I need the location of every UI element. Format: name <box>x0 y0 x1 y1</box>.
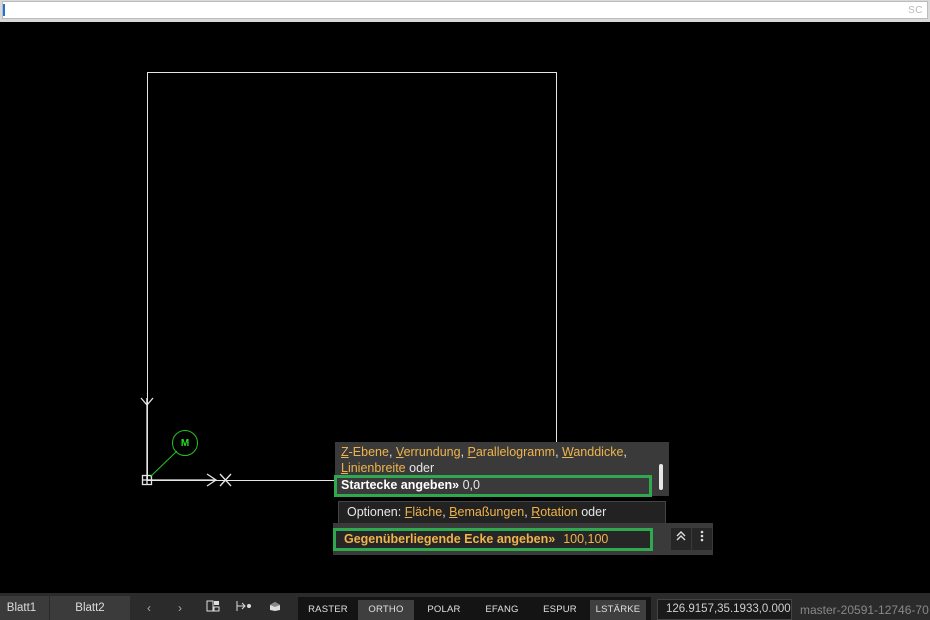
layout-icon[interactable] <box>202 596 224 620</box>
options-suffix: oder <box>577 505 607 519</box>
options-bar: Optionen: Fläche, Bemaßungen, Rotation o… <box>338 501 666 524</box>
snap-icon[interactable] <box>233 596 255 620</box>
command-input-label: Gegenüberliegende Ecke angeben» <box>344 532 556 546</box>
tab-blatt1[interactable]: Blatt1 <box>0 596 49 620</box>
marker-leader <box>149 450 178 478</box>
title-bar-field: SC <box>2 1 928 19</box>
toggle-raster[interactable]: RASTER <box>300 600 356 620</box>
window-title-bar: SC <box>0 0 930 22</box>
history-scrollbar[interactable] <box>659 464 663 490</box>
title-accent <box>3 4 5 16</box>
tab-prev-button[interactable]: ‹ <box>137 596 161 620</box>
3d-view-icon[interactable] <box>264 596 286 620</box>
tab-blatt2[interactable]: Blatt2 <box>50 596 130 620</box>
toggle-efang[interactable]: EFANG <box>474 600 530 620</box>
midpoint-marker: M <box>172 430 198 456</box>
title-corner-text: SC <box>908 5 923 16</box>
option-bemassungen[interactable]: Bemaßungen <box>449 505 524 519</box>
command-input[interactable]: Gegenüberliegende Ecke angeben» 100,100 <box>333 528 653 551</box>
toggle-espur[interactable]: ESPUR <box>532 600 588 620</box>
history-oder: oder <box>405 461 435 475</box>
coordinate-readout: 126.9157,35.1933,0.0000 <box>657 599 792 620</box>
option-z-ebene[interactable]: Z-Ebene <box>341 445 389 459</box>
tab-next-button[interactable]: › <box>168 596 192 620</box>
option-parallelogramm[interactable]: Parallelogramm <box>468 445 556 459</box>
double-chevron-up-icon[interactable] <box>671 528 691 550</box>
option-rotation[interactable]: Rotation <box>531 505 578 519</box>
option-flaeche[interactable]: Fläche <box>405 505 443 519</box>
vertical-ellipsis-icon[interactable] <box>692 528 712 550</box>
options-prefix: Optionen: <box>347 505 405 519</box>
version-label: master-20591-12746-70 <box>800 603 929 617</box>
drawn-rectangle <box>147 72 557 481</box>
highlight-box-history <box>334 475 652 497</box>
toggle-ortho[interactable]: ORTHO <box>358 600 414 620</box>
history-options-line-2: Linienbreite oder <box>341 460 434 476</box>
command-input-value[interactable]: 100,100 <box>563 532 608 546</box>
history-options-line: Z-Ebene, Verrundung, Parallelogramm, Wan… <box>341 445 627 459</box>
toggle-lstaerke[interactable]: LSTÄRKE <box>590 600 646 620</box>
option-verrundung[interactable]: Verrundung <box>396 445 461 459</box>
option-linienbreite[interactable]: Linienbreite <box>341 461 406 475</box>
toggle-polar[interactable]: POLAR <box>416 600 472 620</box>
option-wanddicke[interactable]: Wanddicke <box>562 445 623 459</box>
